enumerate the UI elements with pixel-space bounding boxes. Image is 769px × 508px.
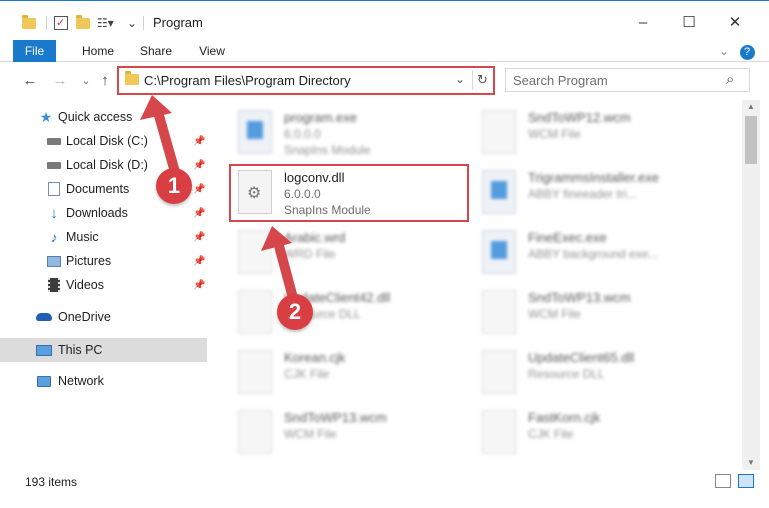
address-highlight-box (117, 66, 495, 95)
sidebar-item-local-disk-c[interactable]: Local Disk (C:) 📌 (0, 129, 207, 153)
file-item[interactable]: Korean.cjk CJK File (234, 346, 474, 404)
file-item[interactable]: SndToWP13.wcm WCM File (478, 286, 718, 344)
sidebar-item-pictures[interactable]: Pictures 📌 (0, 249, 207, 273)
dll-icon (482, 350, 516, 394)
search-icon[interactable]: ⌕ (726, 71, 734, 88)
scroll-up-icon[interactable]: ▲ (747, 102, 755, 111)
pictures-icon (46, 254, 62, 268)
close-button[interactable]: ✕ (712, 7, 758, 37)
file-icon (238, 410, 272, 454)
sidebar-item-onedrive[interactable]: OneDrive (0, 305, 207, 329)
videos-icon (46, 278, 62, 292)
sidebar-item-music[interactable]: ♪ Music 📌 (0, 225, 207, 249)
computer-icon (36, 343, 52, 357)
pin-icon[interactable]: 📌 (193, 280, 205, 291)
cloud-icon (36, 310, 52, 324)
drive-icon (46, 134, 62, 148)
scrollbar-thumb[interactable] (745, 116, 757, 164)
new-folder-icon[interactable] (76, 13, 90, 33)
details-view-icon[interactable] (715, 474, 731, 488)
file-item[interactable]: program.exe 6.0.0.0 SnapIns Module (234, 106, 474, 164)
exe-icon (238, 110, 272, 154)
tab-view[interactable]: View (190, 40, 234, 62)
network-icon (36, 374, 52, 388)
file-icon (238, 350, 272, 394)
sidebar-item-this-pc[interactable]: This PC (0, 338, 207, 362)
help-icon[interactable]: ? (738, 40, 756, 62)
up-button[interactable]: ↑ (95, 71, 115, 91)
scroll-down-icon[interactable]: ▼ (747, 458, 755, 467)
tab-home[interactable]: Home (75, 40, 121, 62)
navigation-pane: ★ Quick access Local Disk (C:) 📌 Local D… (0, 100, 207, 470)
file-item[interactable]: TrigrammsInstaller.exe ABBY fineeader tr… (478, 166, 718, 224)
music-icon: ♪ (50, 229, 58, 245)
pin-icon[interactable]: 📌 (193, 136, 205, 147)
step-2-badge: 2 (277, 294, 313, 330)
file-icon (482, 410, 516, 454)
pin-icon[interactable]: 📌 (193, 160, 205, 171)
pin-icon[interactable]: 📌 (193, 184, 205, 195)
file-icon (482, 110, 516, 154)
step-1-badge: 1 (156, 168, 192, 204)
title-bar: ✓ ☷▾ ⌄ Program – ☐ ✕ (0, 0, 769, 40)
exe-icon (482, 170, 516, 214)
window-title: Program (153, 15, 203, 30)
back-button[interactable]: ← (20, 71, 40, 91)
sidebar-item-videos[interactable]: Videos 📌 (0, 273, 207, 297)
ribbon: File Home Share View ⌄ ? (0, 40, 769, 62)
file-icon (482, 290, 516, 334)
properties-icon[interactable]: ✓ (54, 16, 68, 30)
star-icon: ★ (39, 108, 53, 125)
downloads-icon: ↓ (50, 204, 58, 222)
file-item[interactable]: UpdateClient42.dll Resource DLL (234, 286, 474, 344)
divider (143, 16, 144, 30)
search-placeholder: Search Program (513, 73, 608, 88)
customize-toolbar-icon[interactable]: ☷▾ (97, 13, 114, 33)
maximize-button[interactable]: ☐ (666, 7, 712, 37)
tab-share[interactable]: Share (133, 40, 179, 62)
recent-locations-button[interactable]: ⌄ (76, 71, 96, 91)
exe-icon (482, 230, 516, 274)
file-item[interactable]: SndToWP12.wcm WCM File (478, 106, 718, 164)
drive-icon (46, 158, 62, 172)
quick-access-dropdown-icon[interactable]: ⌄ (127, 13, 137, 33)
sidebar-item-downloads[interactable]: ↓ Downloads 📌 (0, 201, 207, 225)
minimize-button[interactable]: – (620, 7, 666, 37)
status-bar (0, 470, 769, 508)
item-count: 193 items (25, 475, 78, 489)
divider (46, 16, 47, 30)
pin-icon[interactable]: 📌 (193, 256, 205, 267)
file-icon (238, 230, 272, 274)
file-item[interactable]: FastKorn.cjk CJK File (478, 406, 718, 464)
sidebar-item-network[interactable]: Network (0, 369, 207, 393)
file-item[interactable]: FineExec.exe ABBY background exe... (478, 226, 718, 284)
pin-icon[interactable]: 📌 (193, 232, 205, 243)
documents-icon (46, 182, 62, 196)
tiles-view-icon[interactable] (738, 474, 754, 488)
file-list: program.exe 6.0.0.0 SnapIns Module SndTo… (207, 100, 742, 470)
vertical-scrollbar[interactable]: ▲ ▼ (742, 100, 760, 470)
folder-icon (22, 13, 36, 33)
dll-icon (238, 290, 272, 334)
pin-icon[interactable]: 📌 (193, 208, 205, 219)
expand-ribbon-icon[interactable]: ⌄ (716, 40, 732, 62)
tab-file[interactable]: File (13, 40, 56, 62)
file-item[interactable]: SndToWP13.wcm WCM File (234, 406, 474, 464)
forward-button[interactable]: → (50, 71, 70, 91)
file-item[interactable]: UpdateClient65.dll Resource DLL (478, 346, 718, 404)
file-item[interactable]: Arabic.wrd WRD File (234, 226, 474, 284)
file-highlight-box (229, 164, 469, 222)
sidebar-item-quick-access[interactable]: ★ Quick access (0, 105, 207, 129)
